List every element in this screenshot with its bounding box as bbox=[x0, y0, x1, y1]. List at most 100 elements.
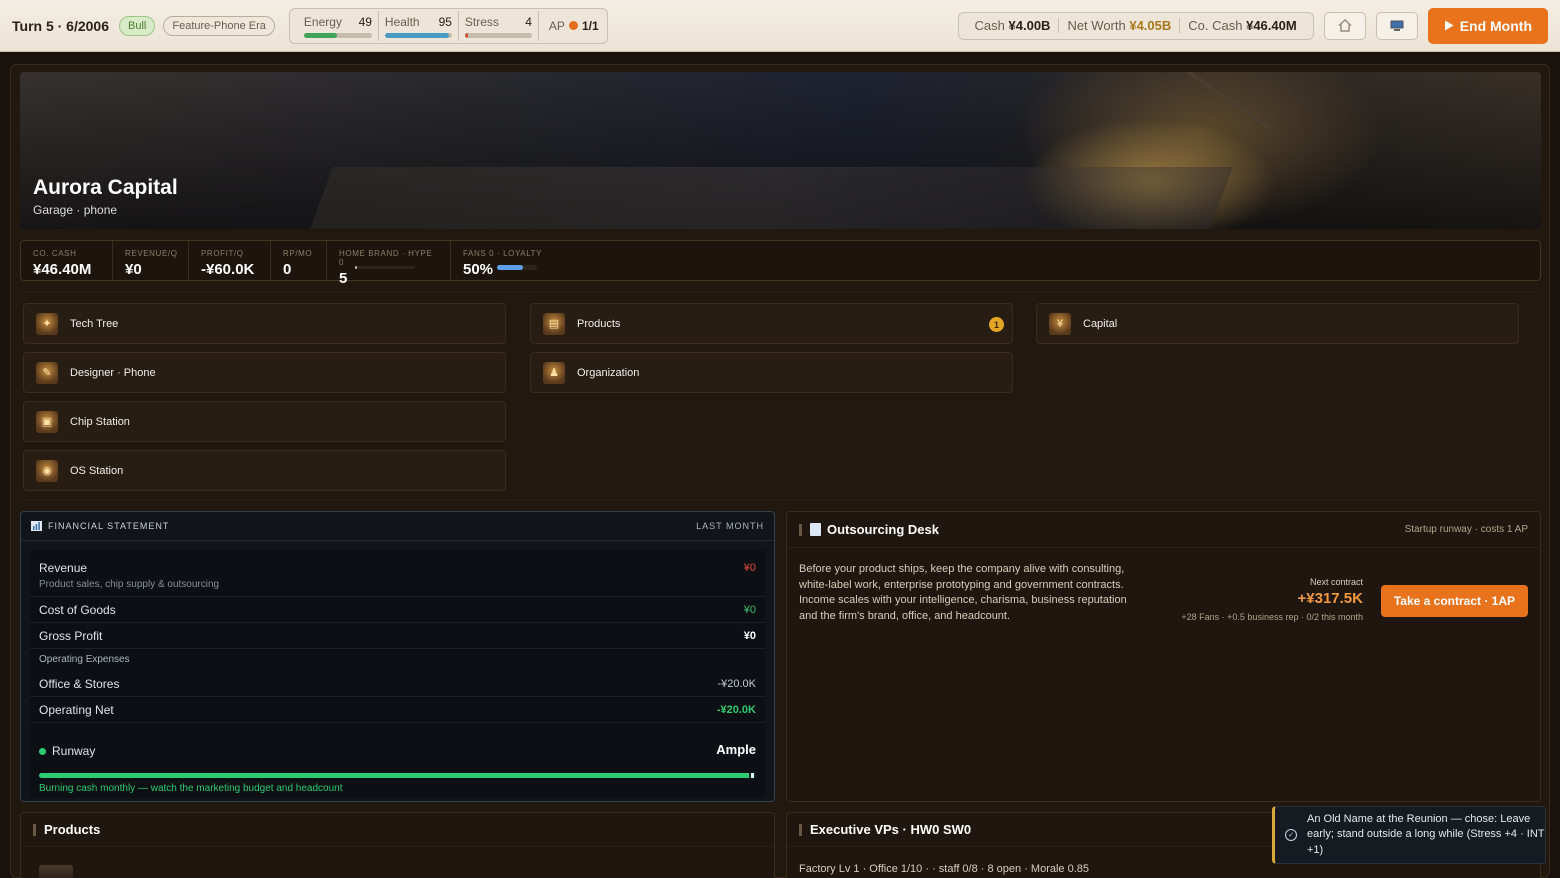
money-summary: Cash ¥4.00B Net Worth ¥4.05B Co. Cash ¥4… bbox=[957, 11, 1314, 40]
nav-label: Products bbox=[577, 317, 621, 330]
play-icon bbox=[1444, 20, 1454, 31]
kpi-value: -¥60.0K bbox=[201, 261, 255, 278]
runway-note: Burning cash monthly — watch the marketi… bbox=[39, 783, 343, 794]
operating-net-row: Operating Net -¥20.0K bbox=[30, 697, 765, 723]
health-value: 95 bbox=[438, 14, 452, 29]
networth-label: Net Worth bbox=[1067, 18, 1126, 33]
financial-header: FINANCIAL STATEMENT LAST MONTH bbox=[21, 512, 774, 541]
kpi-label: FANS 0 · LOYALTY bbox=[463, 249, 543, 258]
kpi-revenue: REVENUE/Q ¥0 bbox=[113, 241, 189, 280]
cash-readout: Cash ¥4.00B bbox=[967, 18, 1059, 33]
product-thumbnail[interactable] bbox=[39, 865, 73, 878]
stress-bar-fill bbox=[464, 32, 468, 38]
check-circle-icon: ✓ bbox=[1285, 829, 1297, 841]
health-stat: Health 95 bbox=[377, 10, 458, 41]
products-header: Products bbox=[21, 813, 774, 847]
hero-lamp-shape bbox=[1169, 72, 1271, 131]
cash-value: ¥4.00B bbox=[1008, 18, 1051, 33]
kpi-rp: RP/MO 0 bbox=[271, 241, 327, 280]
ap-value: 1/1 bbox=[581, 18, 599, 33]
ap-dot-icon bbox=[568, 21, 578, 30]
energy-bar bbox=[303, 32, 372, 38]
company-hero: Aurora Capital Garage · phone bbox=[20, 72, 1541, 229]
runway-label-wrap: Runway bbox=[39, 744, 95, 758]
loyalty-bar bbox=[497, 265, 537, 270]
computer-button[interactable] bbox=[1375, 11, 1418, 40]
energy-stat: Energy 49 bbox=[298, 11, 378, 41]
nav-products[interactable]: ▤ Products 1 bbox=[530, 303, 1013, 344]
take-contract-button[interactable]: Take a contract · 1AP bbox=[1380, 585, 1528, 617]
contract-amount: +¥317.5K bbox=[1297, 590, 1363, 607]
gross-value: ¥0 bbox=[743, 630, 756, 642]
opnet-value: -¥20.0K bbox=[716, 704, 756, 716]
opex-label: Operating Expenses bbox=[39, 654, 130, 665]
networth-readout: Net Worth ¥4.05B bbox=[1058, 18, 1179, 33]
capital-icon: ¥ bbox=[1049, 312, 1071, 335]
home-icon bbox=[1338, 19, 1352, 32]
end-month-button[interactable]: End Month bbox=[1427, 7, 1548, 44]
os-icon: ◉ bbox=[36, 459, 58, 482]
hype-bar-fill bbox=[355, 266, 358, 269]
nav-tech-tree[interactable]: ✦ Tech Tree bbox=[23, 303, 506, 344]
computer-icon bbox=[1390, 20, 1404, 31]
tech-tree-icon: ✦ bbox=[36, 312, 58, 335]
nav-label: OS Station bbox=[70, 464, 124, 477]
runway-row: Runway Ample bbox=[30, 740, 765, 770]
financial-body: Revenue Product sales, chip supply & out… bbox=[30, 550, 765, 798]
next-contract-label: Next contract bbox=[1309, 577, 1363, 587]
office-row: Office & Stores -¥20.0K bbox=[30, 671, 765, 697]
revenue-value: ¥0 bbox=[743, 562, 756, 574]
home-button[interactable] bbox=[1323, 11, 1366, 40]
runway-bar-cap bbox=[751, 773, 754, 778]
kpi-value: 5 bbox=[339, 270, 348, 287]
office-value: -¥20.0K bbox=[717, 678, 756, 690]
nav-os-station[interactable]: ◉ OS Station bbox=[23, 450, 506, 491]
nav-label: Capital bbox=[1083, 317, 1118, 330]
revenue-sub: Product sales, chip supply & outsourcing bbox=[39, 579, 220, 590]
gross-profit-row: Gross Profit ¥0 bbox=[30, 623, 765, 649]
nav-designer[interactable]: ✎ Designer · Phone bbox=[23, 352, 506, 393]
opnet-label: Operating Net bbox=[39, 703, 114, 717]
event-toast[interactable]: ✓ An Old Name at the Reunion — chose: Le… bbox=[1272, 806, 1546, 864]
nav-label: Organization bbox=[577, 366, 640, 379]
products-panel: Products bbox=[20, 812, 775, 878]
outsourcing-description: Before your product ships, keep the comp… bbox=[799, 563, 1127, 622]
outsourcing-desk: Outsourcing Desk Startup runway · costs … bbox=[786, 511, 1541, 802]
kpi-label: RP/MO bbox=[283, 249, 313, 258]
energy-label: Energy bbox=[303, 14, 342, 29]
runway-bar-fill bbox=[39, 773, 749, 778]
gross-label: Gross Profit bbox=[39, 629, 103, 643]
nav-chip-station[interactable]: ▣ Chip Station bbox=[23, 401, 506, 442]
health-label: Health bbox=[384, 14, 420, 29]
ap-label: AP bbox=[548, 18, 565, 33]
cocash-value: ¥46.40M bbox=[1246, 18, 1297, 33]
revenue-row: Revenue Product sales, chip supply & out… bbox=[30, 550, 765, 597]
nav-organization[interactable]: ♟ Organization bbox=[530, 352, 1013, 393]
kpi-label: HOME BRAND · HYPE 0 bbox=[339, 249, 433, 267]
stress-stat: Stress 4 bbox=[457, 10, 538, 41]
financial-period: LAST MONTH bbox=[696, 521, 764, 531]
nav-label: Designer · Phone bbox=[70, 366, 156, 379]
action-points: AP 1/1 bbox=[537, 10, 599, 41]
vps-title: Executive VPs · HW0 SW0 bbox=[810, 822, 972, 837]
hero-desk-shape bbox=[307, 167, 1233, 229]
office-label: Office & Stores bbox=[39, 677, 120, 691]
runway-value: Ample bbox=[716, 742, 756, 757]
nav-capital[interactable]: ¥ Capital bbox=[1036, 303, 1519, 344]
outsourcing-title: Outsourcing Desk bbox=[827, 522, 939, 537]
toast-message: An Old Name at the Reunion — chose: Leav… bbox=[1307, 812, 1545, 856]
vps-summary: Factory Lv 1 · Office 1/10 · · staff 0/8… bbox=[799, 863, 1090, 875]
chip-icon: ▣ bbox=[36, 410, 58, 433]
energy-bar-fill bbox=[303, 32, 338, 38]
nav-label: Tech Tree bbox=[70, 317, 119, 330]
header-accent bbox=[33, 823, 36, 836]
products-badge: 1 bbox=[989, 317, 1004, 332]
products-title: Products bbox=[44, 822, 101, 837]
market-pill: Bull bbox=[119, 15, 156, 36]
cogs-row: Cost of Goods ¥0 bbox=[30, 597, 765, 623]
energy-value: 49 bbox=[358, 14, 372, 29]
products-icon: ▤ bbox=[543, 312, 565, 335]
era-pill: Feature-Phone Era bbox=[163, 15, 275, 36]
kpi-value: ¥46.40M bbox=[33, 261, 92, 278]
stress-value: 4 bbox=[525, 14, 532, 29]
